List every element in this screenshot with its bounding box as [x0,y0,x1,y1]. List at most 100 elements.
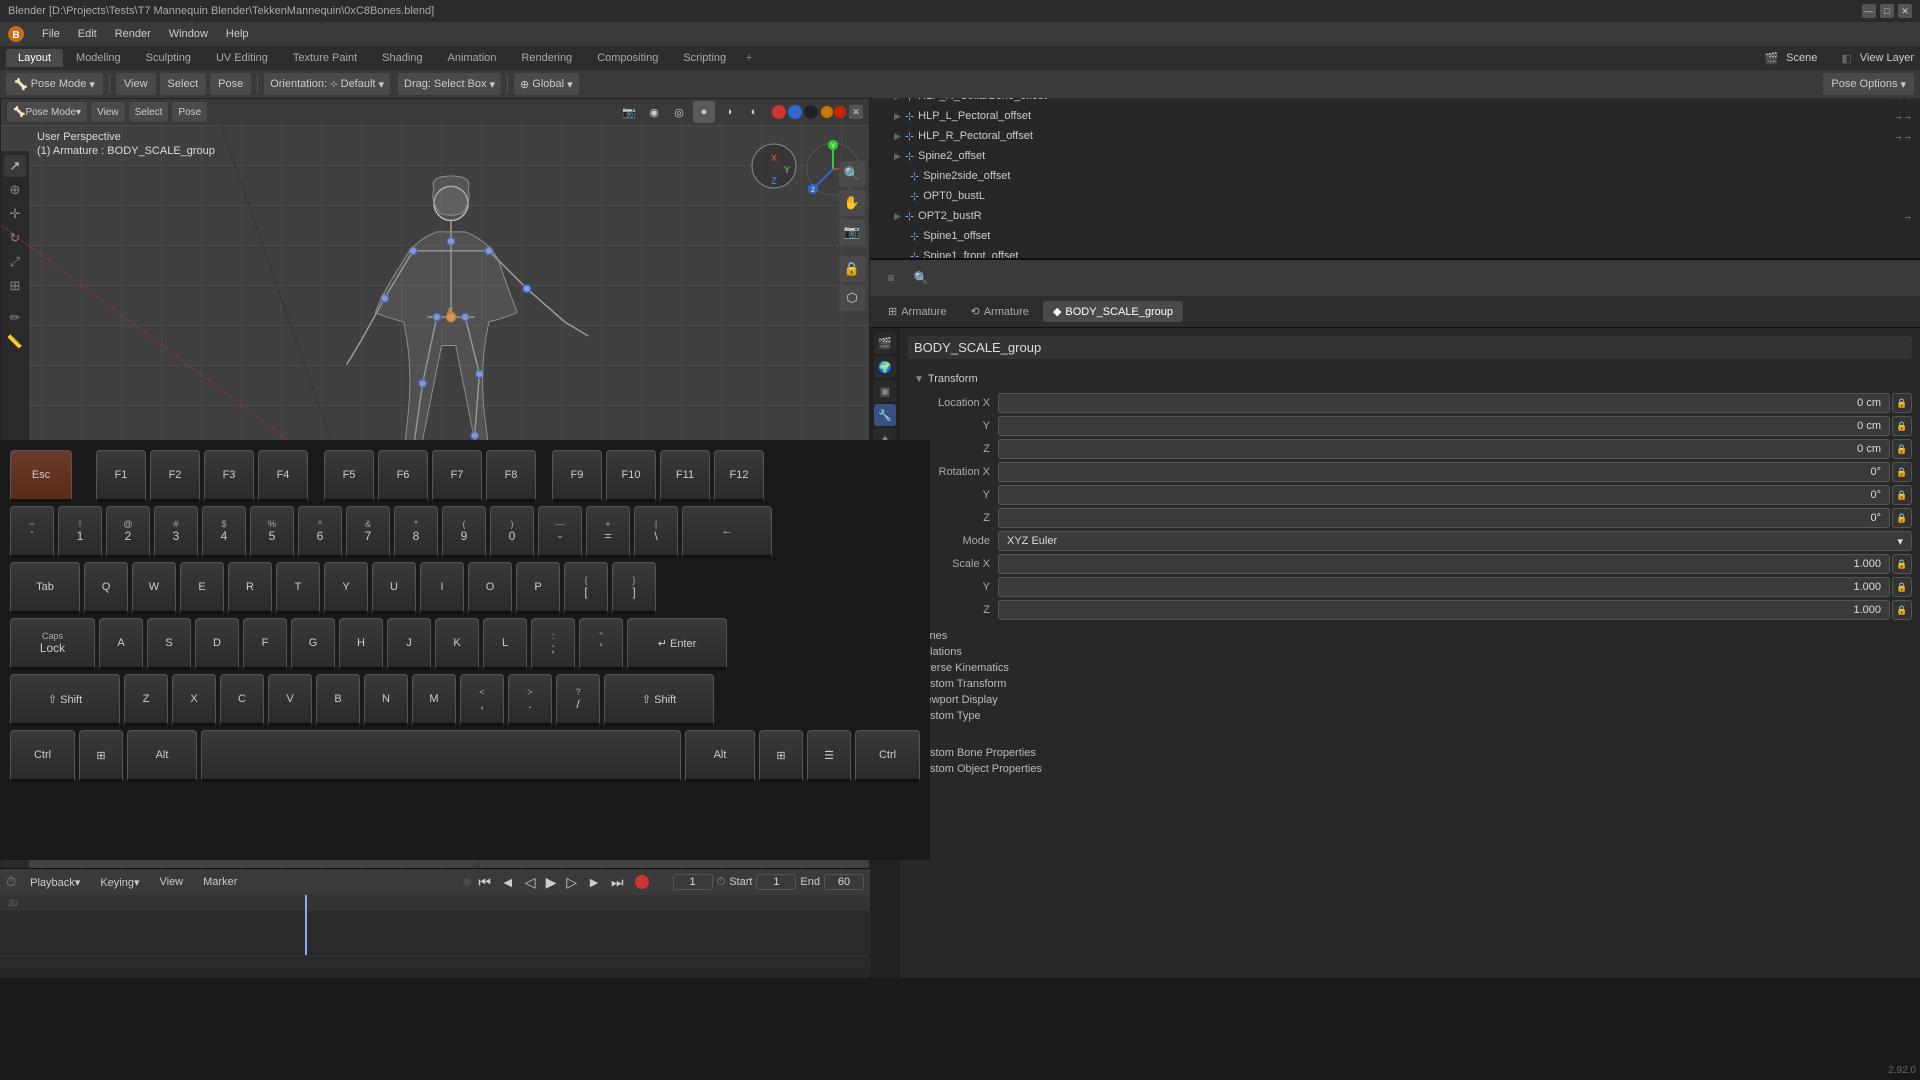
outliner-item[interactable]: ⊹ Spine2side_offset [870,166,1920,186]
tab-uv-editing[interactable]: UV Editing [204,49,280,67]
menu-edit[interactable]: Edit [70,26,105,42]
vp-select-btn[interactable]: Select [129,102,169,122]
key-f12[interactable]: F12 [714,450,764,502]
keying-dropdown[interactable]: Keying▾ [94,874,145,891]
lock-icon[interactable]: 🔒 [839,256,865,282]
pan-icon[interactable]: ✋ [839,190,865,216]
key-i[interactable]: I [420,562,464,614]
subsection-relations[interactable]: Relations [908,644,1912,660]
playback-dropdown[interactable]: Playback▾ [24,874,86,891]
timeline-view-btn[interactable]: View [153,874,189,890]
move-tool-icon[interactable]: ✛ [4,203,26,225]
location-z-lock-btn[interactable]: 🔒 [1892,439,1912,459]
key-slash[interactable]: ? / [556,674,600,726]
rotation-y-field[interactable]: 0° [998,485,1890,505]
zoom-in-icon[interactable]: 🔍 [839,161,865,187]
location-y-field[interactable]: 0 cm [998,416,1890,436]
prop-tab-bone-group[interactable]: ◆ BODY_SCALE_group [1043,301,1183,322]
key-6[interactable]: ^ 6 [298,506,342,558]
rotation-x-field[interactable]: 0° [998,462,1890,482]
key-2[interactable]: @ 2 [106,506,150,558]
key-f7[interactable]: F7 [432,450,482,502]
view-menu-btn[interactable]: View [116,73,156,95]
scale-y-field[interactable]: 1.000 [998,577,1890,597]
location-x-lock-btn[interactable]: 🔒 [1892,393,1912,413]
scale-x-field[interactable]: 1.000 [998,554,1890,574]
key-z[interactable]: Z [124,674,168,726]
pose-options-btn[interactable]: Pose Options ▾ [1823,73,1914,95]
key-lctrl[interactable]: Ctrl [10,730,75,782]
tab-compositing[interactable]: Compositing [585,49,670,67]
vp-wireframe-icon[interactable]: ◎ [668,101,690,123]
key-t[interactable]: T [276,562,320,614]
current-frame-field[interactable]: 1 [673,874,713,890]
add-workspace-button[interactable]: + [739,48,759,68]
key-lbracket[interactable]: { [ [564,562,608,614]
key-4[interactable]: $ 4 [202,506,246,558]
key-r[interactable]: R [228,562,272,614]
key-space[interactable] [201,730,681,782]
psi-scene[interactable]: 🎬 [874,332,896,354]
subsection-viewport-display[interactable]: Viewport Display [908,692,1912,708]
key-7[interactable]: & 7 [346,506,390,558]
timeline-track[interactable]: 20 [0,895,870,955]
psi-modifier[interactable]: 🔧 [874,404,896,426]
play-btn[interactable]: ▶ [543,874,560,891]
select-tool-icon[interactable]: ↗ [4,155,26,177]
vp-material-icon[interactable]: ◑ [718,101,740,123]
drag-dropdown[interactable]: Drag: Select Box ▾ [398,73,501,95]
key-a[interactable]: A [99,618,143,670]
rotation-mode-dropdown[interactable]: XYZ Euler ▾ [998,531,1912,551]
key-v[interactable]: V [268,674,312,726]
key-f5[interactable]: F5 [324,450,374,502]
key-backspace[interactable]: ← [682,506,772,558]
annotate-tool-icon[interactable]: ✏ [4,307,26,329]
menu-help[interactable]: Help [218,26,257,42]
psi-world[interactable]: 🌍 [874,356,896,378]
record-btn[interactable] [635,875,649,889]
key-l[interactable]: L [483,618,527,670]
key-quote[interactable]: " ' [579,618,623,670]
key-w[interactable]: W [132,562,176,614]
key-c[interactable]: C [220,674,264,726]
subsection-custom-transform[interactable]: Custom Transform [908,676,1912,692]
key-f1[interactable]: F1 [96,450,146,502]
maximize-button[interactable]: □ [1880,4,1894,18]
key-backslash[interactable]: | \ [634,506,678,558]
outliner-item[interactable]: ⊹ Spine1_front_offset [870,246,1920,260]
key-f9[interactable]: F9 [552,450,602,502]
key-lshift[interactable]: ⇧ Shift [10,674,120,726]
vp-rendered-icon[interactable]: ◐ [743,101,765,123]
key-y[interactable]: Y [324,562,368,614]
key-period[interactable]: > . [508,674,552,726]
end-frame-field[interactable]: 60 [824,874,864,890]
tab-rendering[interactable]: Rendering [509,49,584,67]
transform-dropdown[interactable]: ⊕ Global ▾ [514,73,579,95]
key-g[interactable]: G [291,618,335,670]
playhead-indicator[interactable] [305,895,307,955]
key-m[interactable]: M [412,674,456,726]
key-f8[interactable]: F8 [486,450,536,502]
pose-menu-btn[interactable]: Pose [210,73,251,95]
key-9[interactable]: ( 9 [442,506,486,558]
key-s[interactable]: S [147,618,191,670]
orientation-dropdown[interactable]: Orientation: ⊹ Default ▾ [264,73,390,95]
key-rctrl[interactable]: Ctrl [855,730,920,782]
key-f[interactable]: F [243,618,287,670]
object-icon[interactable]: ⬡ [839,285,865,311]
key-b[interactable]: B [316,674,360,726]
tab-sculpting[interactable]: Sculpting [134,49,203,67]
measure-tool-icon[interactable]: 📏 [4,331,26,353]
scale-x-lock-btn[interactable]: 🔒 [1892,554,1912,574]
close-button[interactable]: ✕ [1898,4,1912,18]
key-tab[interactable]: Tab [10,562,80,614]
key-esc[interactable]: Esc [10,450,72,502]
camera-view-icon[interactable]: 📷 [839,219,865,245]
rotation-x-lock-btn[interactable]: 🔒 [1892,462,1912,482]
rotate-tool-icon[interactable]: ↻ [4,227,26,249]
key-lwin[interactable]: ⊞ [79,730,123,782]
key-rbracket[interactable]: } ] [612,562,656,614]
tab-animation[interactable]: Animation [436,49,509,67]
key-8[interactable]: * 8 [394,506,438,558]
tab-texture-paint[interactable]: Texture Paint [281,49,369,67]
